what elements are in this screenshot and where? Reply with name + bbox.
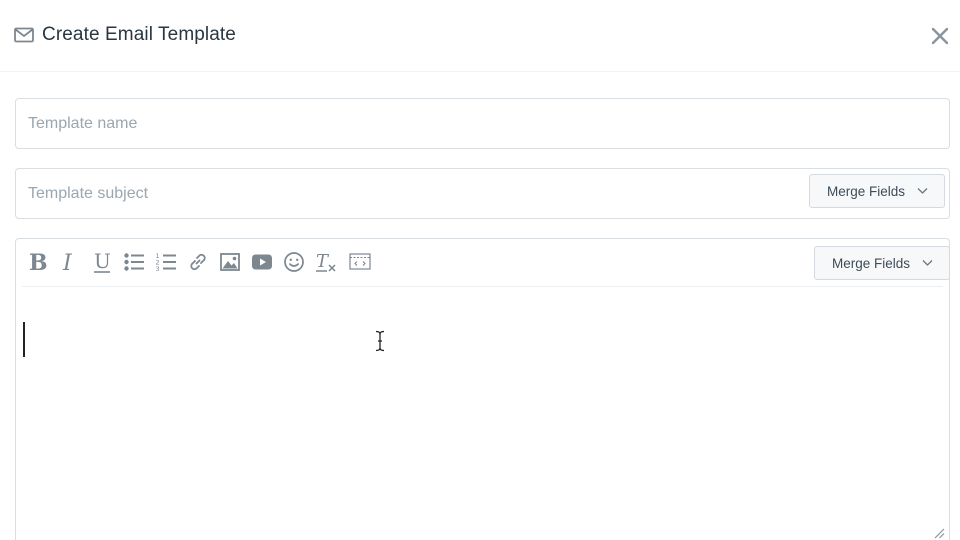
merge-fields-label: Merge Fields <box>827 183 906 199</box>
link-button[interactable] <box>186 250 210 274</box>
merge-fields-label: Merge Fields <box>832 255 911 271</box>
video-icon <box>252 254 272 270</box>
italic-button[interactable]: I <box>58 250 82 274</box>
chevron-down-icon <box>922 260 933 266</box>
italic-icon: I <box>62 251 73 274</box>
numbered-list-icon: 1 2 3 <box>156 252 176 273</box>
bulleted-list-icon <box>124 253 144 271</box>
text-caret <box>23 322 25 357</box>
svg-text:T: T <box>316 251 330 272</box>
svg-text:B: B <box>29 250 48 274</box>
mail-icon <box>14 27 34 43</box>
video-button[interactable] <box>250 250 274 274</box>
editor-content-area[interactable] <box>16 288 949 538</box>
code-view-icon <box>349 253 371 270</box>
template-name-field <box>15 98 950 149</box>
html-source-button[interactable] <box>348 250 372 274</box>
chevron-down-icon <box>917 188 928 194</box>
editor-merge-fields-button[interactable]: Merge Fields <box>814 246 950 280</box>
clear-formatting-button[interactable]: T <box>314 250 338 274</box>
template-subject-field: Merge Fields <box>15 168 950 219</box>
link-icon <box>190 253 206 271</box>
mouse-ibeam-cursor-icon <box>375 330 385 352</box>
underline-button[interactable]: U <box>90 250 114 274</box>
template-subject-input[interactable] <box>28 169 798 218</box>
numbered-list-button[interactable]: 1 2 3 <box>154 250 178 274</box>
svg-text:3: 3 <box>156 265 160 273</box>
close-icon[interactable] <box>929 25 951 47</box>
template-body-editor: B I U 1 2 3 T Merge Fields <box>15 238 950 540</box>
emoji-icon <box>284 252 304 272</box>
bold-icon: B <box>29 250 48 274</box>
dialog-title: Create Email Template <box>42 24 236 45</box>
image-button[interactable] <box>218 250 242 274</box>
editor-toolbar: B I U 1 2 3 T Merge Fields <box>22 239 950 287</box>
subject-merge-fields-button[interactable]: Merge Fields <box>809 174 945 208</box>
clear-formatting-icon: T <box>316 251 336 272</box>
svg-text:U: U <box>94 250 111 273</box>
dialog-header: Create Email Template <box>0 0 960 72</box>
emoji-button[interactable] <box>282 250 306 274</box>
resize-handle-icon[interactable] <box>933 527 945 539</box>
template-name-input[interactable] <box>28 99 933 148</box>
underline-icon: U <box>94 250 111 273</box>
image-icon <box>220 253 240 271</box>
bulleted-list-button[interactable] <box>122 250 146 274</box>
bold-button[interactable]: B <box>26 250 50 274</box>
svg-text:I: I <box>62 251 73 274</box>
